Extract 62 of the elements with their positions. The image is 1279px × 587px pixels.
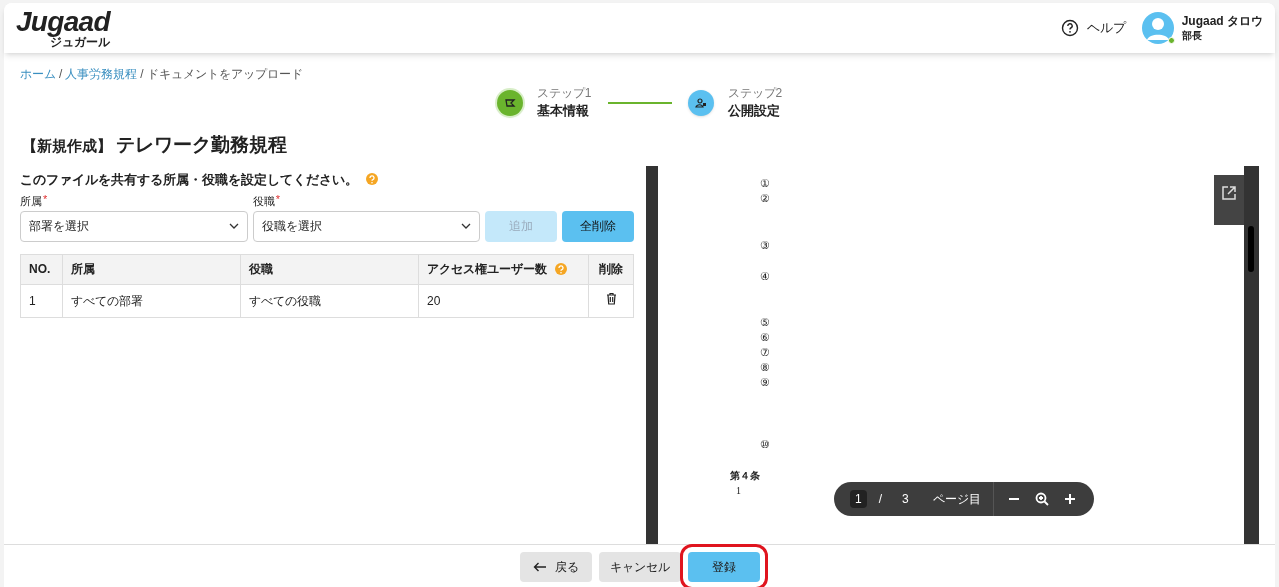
delete-row-button[interactable] [605, 291, 617, 305]
scrollbar-thumb[interactable] [1248, 225, 1254, 272]
breadcrumb-link[interactable]: ホーム [20, 65, 56, 83]
list-number: ⑩ [760, 436, 770, 452]
field-label: 役職 [252, 194, 275, 209]
back-button[interactable]: 戻る [519, 551, 592, 582]
list-number: ⑤ [760, 314, 770, 330]
column-header: 所属 [62, 254, 241, 284]
arrow-left-icon [532, 561, 547, 572]
required-mark: * [275, 193, 280, 207]
step-title: 基本情報 [536, 102, 590, 120]
user-name: Jugaad タロウ [1181, 13, 1263, 29]
step-title: 公開設定 [727, 102, 781, 120]
user-role: 部長 [1181, 29, 1203, 43]
help-link[interactable]: ヘルプ [1060, 18, 1126, 38]
breadcrumb-current: ドキュメントをアップロード [146, 66, 303, 83]
list-number: ② [760, 190, 770, 206]
list-number: ① [760, 175, 770, 191]
breadcrumb-separator: / [59, 66, 63, 83]
page-separator: / [878, 490, 883, 508]
help-icon [1060, 19, 1079, 37]
step-icon [687, 90, 714, 116]
select-field[interactable]: 部署を選択 [20, 210, 248, 242]
column-header: アクセス権ユーザー数 [427, 261, 547, 278]
step-label: ステップ2 [727, 85, 783, 101]
list-number: ⑨ [760, 374, 770, 390]
step-icon [496, 90, 523, 116]
step-connector [607, 102, 672, 104]
list-number: ⑥ [760, 329, 770, 345]
column-header: NO. [20, 254, 63, 284]
status-tag: 【新規作成】 [22, 135, 112, 158]
step-label: ステップ1 [536, 85, 592, 101]
cancel-button[interactable]: キャンセル [598, 551, 681, 582]
table-cell: 1 [20, 284, 63, 317]
external-link-icon [1221, 184, 1237, 201]
logo: Jugaad [16, 7, 110, 36]
page-total: 3 [902, 490, 909, 508]
table-cell: すべての役職 [240, 284, 419, 317]
article-heading: 第４条 [730, 468, 760, 483]
open-external-button[interactable] [1214, 174, 1244, 225]
column-header: 削除 [588, 254, 634, 284]
list-number: ③ [760, 237, 770, 253]
page-number-field[interactable]: 1 [850, 489, 867, 508]
table-cell: 20 [418, 284, 589, 317]
chevron-down-icon [461, 223, 472, 229]
select-field[interactable]: 役職を選択 [252, 210, 481, 242]
page-title: テレワーク勤務規程 [116, 133, 287, 157]
clear-all-button[interactable]: 全削除 [562, 210, 634, 242]
table-cell: すべての部署 [62, 284, 241, 317]
list-number: ⑧ [760, 359, 770, 375]
zoom-icon[interactable] [1033, 490, 1050, 507]
page-suffix: ページ目 [932, 481, 994, 516]
list-number: ④ [760, 268, 770, 284]
field-label: 所属 [20, 194, 42, 209]
paragraph-number: 1 [736, 483, 741, 498]
breadcrumb-link[interactable]: 人事労務規程 [65, 65, 138, 83]
chevron-down-icon [228, 223, 239, 229]
list-number: ⑦ [760, 344, 770, 360]
column-header: 役職 [240, 254, 419, 284]
breadcrumb-separator: / [140, 66, 144, 83]
form-heading: このファイルを共有する所属・役職を設定してください。 [20, 170, 358, 189]
required-mark: * [43, 193, 48, 207]
